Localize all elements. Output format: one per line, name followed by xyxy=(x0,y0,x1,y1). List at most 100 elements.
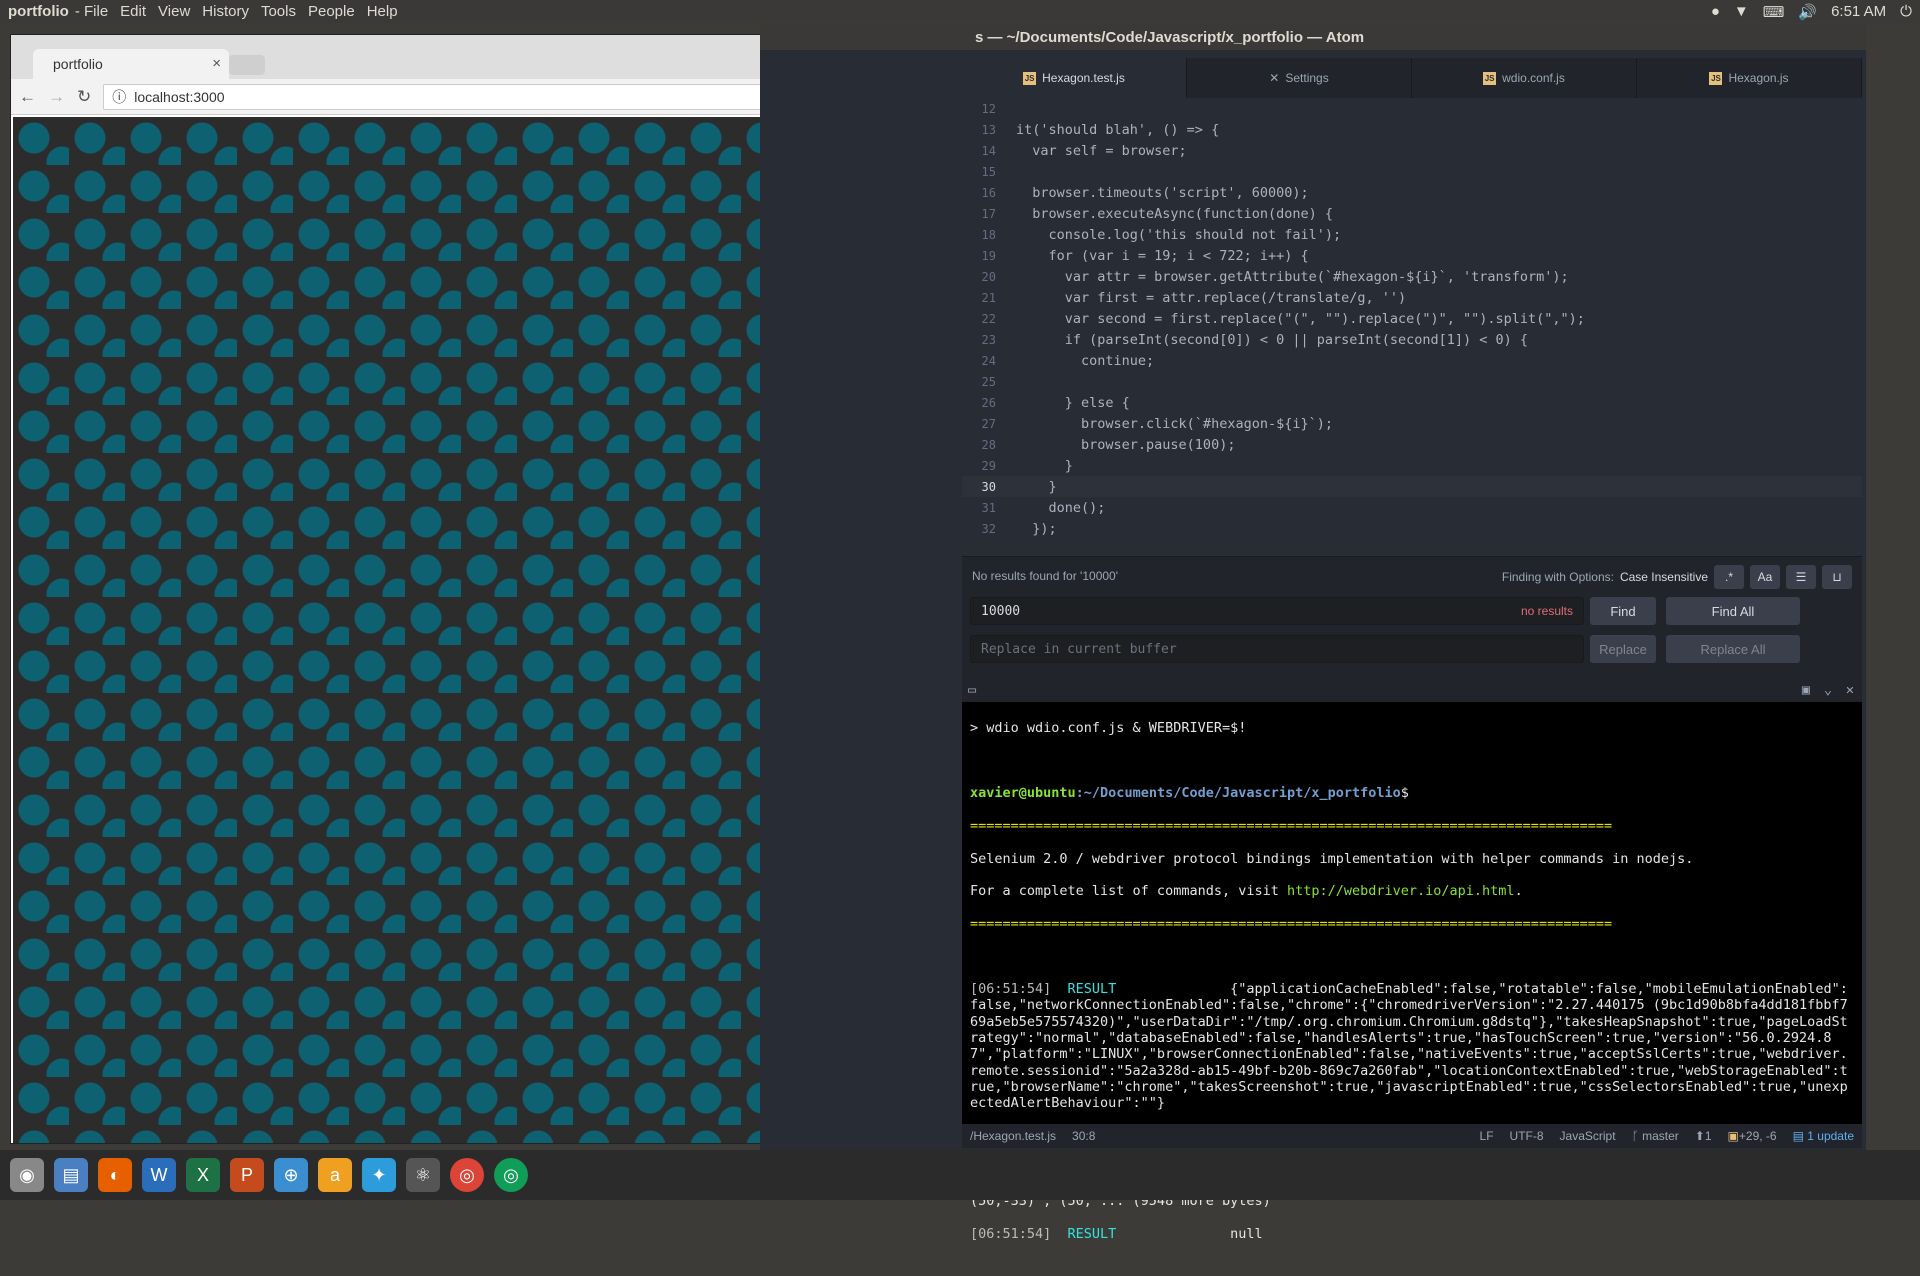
menu-file[interactable]: - File xyxy=(69,3,114,20)
code-line[interactable]: 18 console.log('this should not fail'); xyxy=(962,224,1862,245)
line-number: 32 xyxy=(981,521,996,536)
code-line[interactable]: 15 xyxy=(962,161,1862,182)
forward-icon[interactable]: → xyxy=(48,87,65,107)
browser-tab[interactable]: portfolio × xyxy=(33,49,229,79)
code-text: browser.timeouts('script', 60000); xyxy=(1016,184,1309,201)
find-query: 10000 xyxy=(981,603,1021,619)
code-text: } xyxy=(1016,457,1073,474)
new-tab-button[interactable] xyxy=(229,55,265,75)
firefox-icon[interactable]: ◐ xyxy=(98,1158,132,1192)
code-line[interactable]: 25 xyxy=(962,371,1862,392)
status-branch[interactable]: ᚴ master xyxy=(1632,1129,1679,1143)
find-panel: No results found for '10000' Finding wit… xyxy=(962,556,1862,678)
software-center-icon[interactable]: ⊕ xyxy=(274,1158,308,1192)
code-line[interactable]: 12 xyxy=(962,98,1862,119)
clock[interactable]: 6:51 AM xyxy=(1831,3,1886,20)
tab-label: Hexagon.test.js xyxy=(1042,71,1125,85)
replace-input[interactable]: Replace in current buffer xyxy=(970,635,1584,663)
code-line[interactable]: 13 it('should blah', () => { xyxy=(962,119,1862,140)
status-push[interactable]: ⬆1 xyxy=(1695,1129,1712,1143)
code-line[interactable]: 19 for (var i = 19; i < 722; i++) { xyxy=(962,245,1862,266)
wifi-icon[interactable]: ▼ xyxy=(1734,3,1749,20)
code-text: browser.pause(100); xyxy=(1016,436,1236,453)
replace-button[interactable]: Replace xyxy=(1590,635,1656,663)
find-all-button[interactable]: Find All xyxy=(1666,597,1800,625)
replace-all-button[interactable]: Replace All xyxy=(1666,635,1800,663)
tab-hexagon[interactable]: JS Hexagon.js xyxy=(1637,58,1862,98)
code-line[interactable]: 20 var attr = browser.getAttribute(`#hex… xyxy=(962,266,1862,287)
code-line[interactable]: 16 browser.timeouts('script', 60000); xyxy=(962,182,1862,203)
whole-word-toggle[interactable]: ⊔ xyxy=(1822,565,1852,589)
impress-icon[interactable]: P xyxy=(230,1158,264,1192)
keyboard-icon[interactable]: ⌨ xyxy=(1763,3,1785,21)
chromium-icon[interactable]: ◎ xyxy=(494,1158,528,1192)
terminal-hide-icon[interactable]: ⌄ xyxy=(1824,682,1832,698)
atom-title: s — ~/Documents/Code/Javascript/x_portfo… xyxy=(760,24,1866,50)
arrow-up-icon: ⬆ xyxy=(1694,1129,1705,1143)
terminal-icon: ▭ xyxy=(968,682,977,698)
dash-icon[interactable]: ◉ xyxy=(10,1158,44,1192)
menu-view[interactable]: View xyxy=(152,3,196,20)
menu-edit[interactable]: Edit xyxy=(114,3,152,20)
status-diff[interactable]: ▣+29, -6 xyxy=(1728,1129,1777,1143)
code-line[interactable]: 31 done(); xyxy=(962,497,1862,518)
code-line[interactable]: 32 }); xyxy=(962,518,1862,539)
status-cursor[interactable]: 30:8 xyxy=(1072,1129,1095,1143)
info-icon[interactable]: ⓘ xyxy=(112,87,126,107)
code-line[interactable]: 24 continue; xyxy=(962,350,1862,371)
chat-icon[interactable]: ● xyxy=(1711,3,1720,20)
tab-hexagon-test[interactable]: JS Hexagon.test.js xyxy=(962,58,1187,98)
status-file[interactable]: /Hexagon.test.js xyxy=(970,1129,1056,1143)
menu-history[interactable]: History xyxy=(196,3,255,20)
find-input[interactable]: 10000 no results xyxy=(970,597,1584,625)
package-icon: ▤ xyxy=(1792,1129,1804,1143)
files-icon[interactable]: ▤ xyxy=(54,1158,88,1192)
back-icon[interactable]: ← xyxy=(19,87,36,107)
calc-icon[interactable]: X xyxy=(186,1158,220,1192)
code-text: var attr = browser.getAttribute(`#hexago… xyxy=(1016,268,1569,285)
find-button[interactable]: Find xyxy=(1590,597,1656,625)
status-encoding[interactable]: UTF-8 xyxy=(1510,1129,1544,1143)
status-update[interactable]: ▤ 1 update xyxy=(1793,1129,1854,1143)
app-icon[interactable]: ✦ xyxy=(362,1158,396,1192)
atom-icon[interactable]: ⚛ xyxy=(406,1158,440,1192)
terminal-line: Selenium 2.0 / webdriver protocol bindin… xyxy=(970,850,1694,867)
status-grammar[interactable]: JavaScript xyxy=(1560,1129,1616,1143)
code-editor[interactable]: 12 13 it('should blah', () => {14 var self… xyxy=(962,98,1862,556)
menu-people[interactable]: People xyxy=(302,3,361,20)
terminal-line: For a complete list of commands, visit h… xyxy=(970,883,1523,900)
tab-settings[interactable]: ✕ Settings xyxy=(1187,58,1412,98)
code-line[interactable]: 27 browser.click(`#hexagon-${i}`); xyxy=(962,413,1862,434)
writer-icon[interactable]: W xyxy=(142,1158,176,1192)
terminal-maximize-icon[interactable]: ▣ xyxy=(1802,682,1810,698)
code-text: } xyxy=(1016,478,1057,495)
terminal-link[interactable]: http://webdriver.io/api.html xyxy=(1287,883,1515,899)
code-line[interactable]: 30 } xyxy=(962,476,1862,497)
close-icon[interactable]: × xyxy=(212,55,221,72)
status-eol[interactable]: LF xyxy=(1480,1129,1494,1143)
tab-wdio-conf[interactable]: JS wdio.conf.js xyxy=(1412,58,1637,98)
terminal-command: > wdio wdio.conf.js & WEBDRIVER=$! xyxy=(970,720,1247,737)
code-text: var first = attr.replace(/translate/g, '… xyxy=(1016,289,1407,306)
selection-toggle[interactable]: ☰ xyxy=(1786,565,1816,589)
case-toggle[interactable]: Aa xyxy=(1750,565,1780,589)
code-line[interactable]: 26 } else { xyxy=(962,392,1862,413)
terminal-close-icon[interactable]: ✕ xyxy=(1846,682,1854,698)
reload-icon[interactable]: ↻ xyxy=(77,87,91,107)
menu-help[interactable]: Help xyxy=(361,3,404,20)
code-line[interactable]: 14 var self = browser; xyxy=(962,140,1862,161)
code-line[interactable]: 23 if (parseInt(second[0]) < 0 || parseI… xyxy=(962,329,1862,350)
code-line[interactable]: 22 var second = first.replace("(", "").r… xyxy=(962,308,1862,329)
power-icon[interactable]: ⏻ xyxy=(1900,3,1912,20)
amazon-icon[interactable]: a xyxy=(318,1158,352,1192)
code-line[interactable]: 28 browser.pause(100); xyxy=(962,434,1862,455)
terminal-prompt: xavier@ubuntu:~/Documents/Code/Javascrip… xyxy=(970,785,1409,802)
menu-tools[interactable]: Tools xyxy=(255,3,302,20)
code-line[interactable]: 29 } xyxy=(962,455,1862,476)
chrome-icon[interactable]: ◎ xyxy=(450,1158,484,1192)
code-line[interactable]: 17 browser.executeAsync(function(done) { xyxy=(962,203,1862,224)
volume-icon[interactable]: 🔊 xyxy=(1798,3,1817,21)
terminal-panel[interactable]: ▭ ▣ ⌄ ✕ > wdio wdio.conf.js & WEBDRIVER=… xyxy=(962,678,1862,1242)
regex-toggle[interactable]: .* xyxy=(1714,565,1744,589)
code-line[interactable]: 21 var first = attr.replace(/translate/g… xyxy=(962,287,1862,308)
